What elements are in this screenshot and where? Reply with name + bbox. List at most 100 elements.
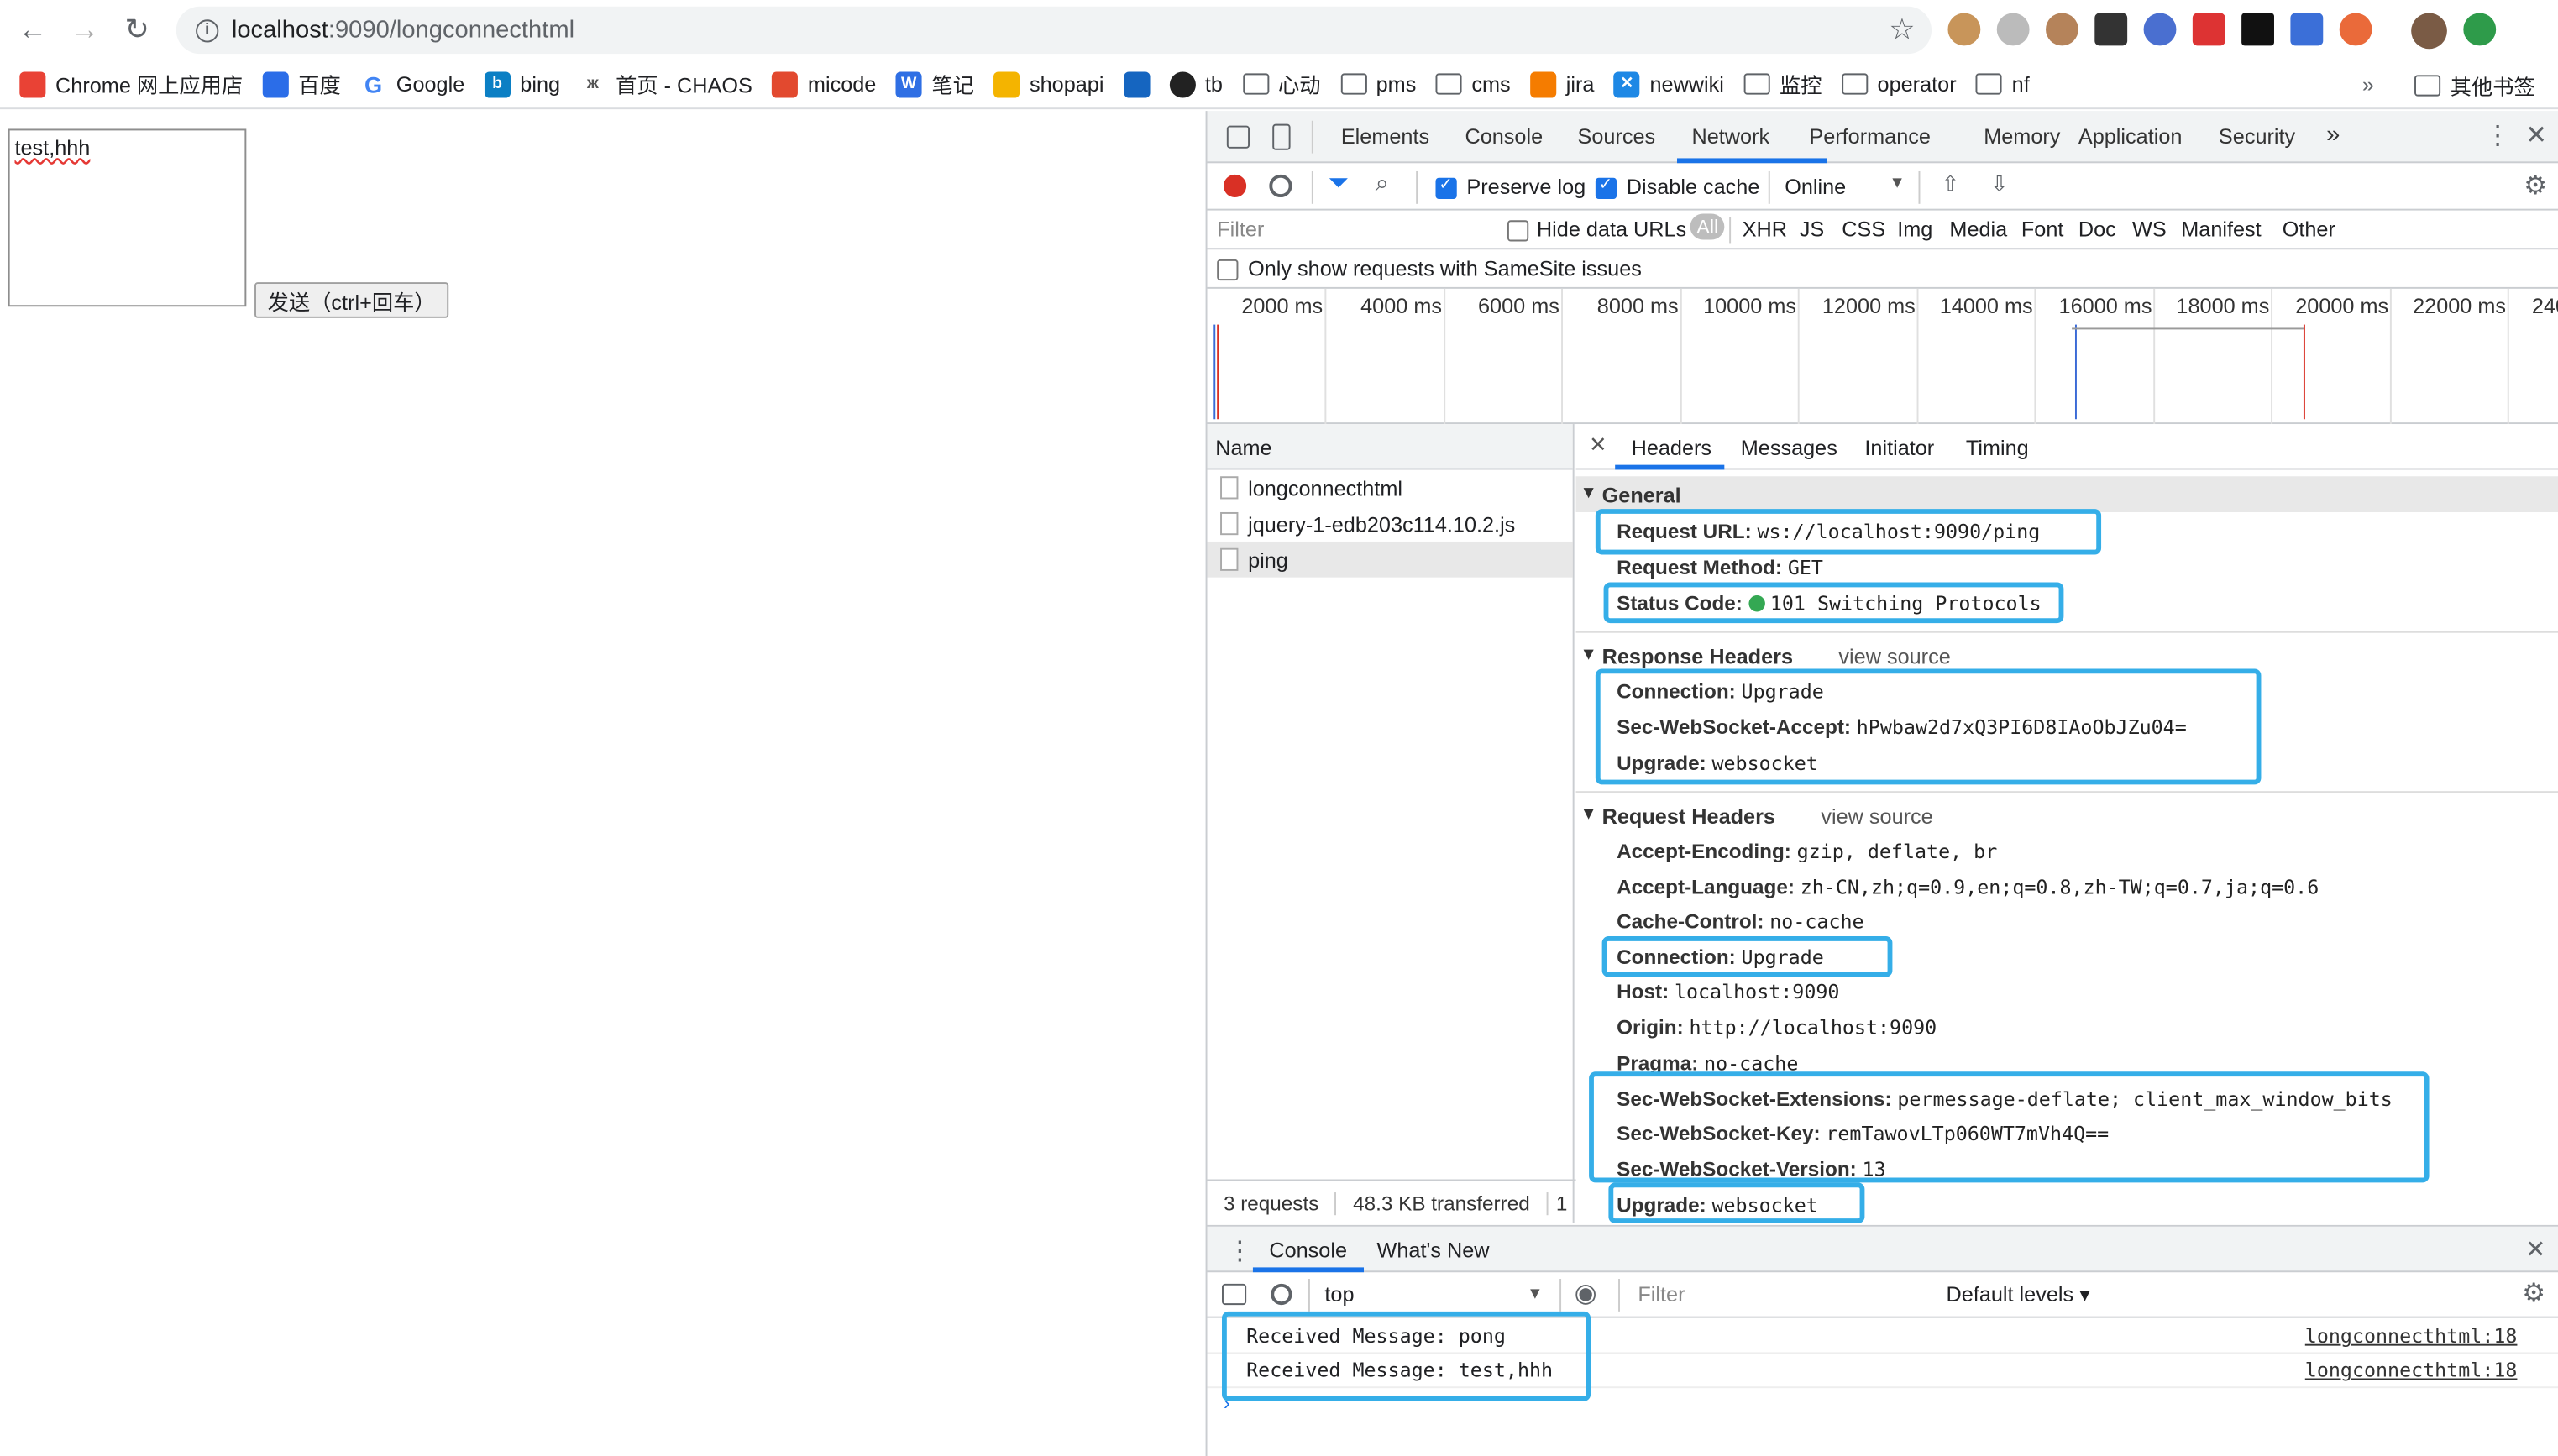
bookmark-pms[interactable]: pms [1339,71,1416,97]
new-badge-icon[interactable] [2192,13,2225,46]
filter-icon[interactable]: ⏷ [1328,170,1349,199]
type-filter-all[interactable]: All [1690,213,1725,240]
close-drawer-icon[interactable]: ✕ [2525,1235,2545,1264]
tab-elements[interactable]: Elements [1341,124,1429,149]
clear-console-icon[interactable] [1271,1283,1292,1306]
console-filter-input[interactable]: Filter [1638,1282,1932,1307]
filter-input[interactable]: Filter [1217,217,1486,241]
request-headers-section-header[interactable]: Request Headersview source [1576,798,2558,834]
detail-tab-headers[interactable]: Headers [1632,436,1711,460]
type-filter-manifest[interactable]: Manifest [2181,217,2261,241]
bookmark-chaos[interactable]: ж 首页 - CHAOS [579,69,752,100]
bookmark-shopapi[interactable]: shopapi [993,71,1103,97]
type-filter-xhr[interactable]: XHR [1743,217,1787,241]
network-overview-timeline[interactable]: 2000 ms 4000 ms 6000 ms 8000 ms 10000 ms… [1207,288,2558,425]
bookmark-baidu[interactable]: 百度 [262,69,341,100]
sidebar-toggle-icon[interactable] [1222,1283,1247,1306]
name-column-header[interactable]: Name [1207,424,1573,470]
bookmarks-more-button[interactable]: » [2362,71,2374,96]
request-row[interactable]: jquery-1-edb203c114.10.2.js [1208,505,1573,542]
bookmark-google[interactable]: G Google [360,71,464,97]
extension-icon[interactable] [2046,13,2078,46]
jetbrains-icon[interactable] [2241,13,2274,46]
forward-icon[interactable]: → [59,6,111,55]
request-row-selected[interactable]: ping [1207,541,1573,578]
type-filter-other[interactable]: Other [2283,217,2335,241]
reload-icon[interactable]: ↻ [111,6,163,55]
kebab-menu-icon[interactable]: ⋮ [2485,119,2511,152]
avatar[interactable] [2411,13,2447,50]
tab-security[interactable]: Security [2219,124,2295,149]
throttling-select[interactable]: Online [1785,175,1846,199]
detail-tab-messages[interactable]: Messages [1741,436,1837,460]
bookmark-tb[interactable]: tb [1169,71,1223,97]
search-icon[interactable]: ⌕ [1376,170,1389,197]
cookie-extension-icon[interactable] [1947,13,1981,46]
bookmark-jira[interactable]: jira [1530,71,1594,97]
clear-icon[interactable] [1269,174,1292,198]
message-textarea[interactable]: test,hhh [8,128,247,307]
record-icon[interactable] [1223,174,1247,198]
address-bar[interactable]: i localhost:9090/longconnecthtml ☆ [176,6,1932,55]
bookmark-cms[interactable]: cms [1435,71,1511,97]
detail-tab-timing[interactable]: Timing [1966,436,2029,460]
tab-sources[interactable]: Sources [1577,124,1655,149]
import-har-icon[interactable]: ⇧ [1942,171,1959,197]
detail-tab-initiator[interactable]: Initiator [1864,436,1934,460]
bookmark-xindong[interactable]: 心动 [1242,69,1321,100]
settings-gear-icon[interactable]: ⚙ [2524,170,2547,202]
extension-icon[interactable] [1996,13,2030,46]
extension-icon[interactable] [2094,13,2128,46]
bookmark-star-icon[interactable]: ☆ [1889,13,1915,48]
type-filter-css[interactable]: CSS [1842,217,1885,241]
update-icon[interactable] [2463,13,2497,46]
bookmark-trello[interactable] [1123,71,1150,97]
source-link[interactable]: longconnecthtml:18 [2305,1359,2518,1381]
type-filter-js[interactable]: JS [1800,217,1824,241]
send-button[interactable]: 发送（ctrl+回车） [254,282,449,318]
context-select[interactable]: top [1324,1282,1354,1307]
tab-performance[interactable]: Performance [1809,124,1931,149]
export-har-icon[interactable]: ⇩ [1990,171,2008,197]
log-levels-select[interactable]: Default levels ▾ [1947,1282,2090,1308]
bookmark-newwiki[interactable]: ✕ newwiki [1613,71,1724,97]
general-section-header[interactable]: General [1575,476,2558,512]
info-icon[interactable]: i [196,18,219,42]
bookmark-chrome-store[interactable]: Chrome 网上应用店 [19,69,243,100]
extension-icon[interactable] [2290,13,2324,46]
close-devtools-icon[interactable]: ✕ [2525,119,2547,152]
tab-application[interactable]: Application [2078,124,2183,149]
tab-memory[interactable]: Memory [1984,124,2060,149]
tab-console[interactable]: Console [1465,124,1543,149]
back-icon[interactable]: ← [7,6,59,55]
bookmark-bing[interactable]: b bing [484,71,560,97]
bookmark-notes[interactable]: W 笔记 [895,69,974,100]
other-bookmarks[interactable]: 其他书签 [2414,71,2535,102]
samesite-checkbox[interactable] [1217,259,1239,281]
more-tabs-button[interactable]: » [2326,121,2340,149]
close-detail-icon[interactable]: ✕ [1589,432,1607,458]
type-filter-ws[interactable]: WS [2132,217,2167,241]
request-row[interactable]: longconnecthtml [1208,469,1573,505]
extension-icon[interactable] [2143,13,2177,46]
source-link[interactable]: longconnecthtml:18 [2305,1324,2518,1347]
bookmark-nf[interactable]: nf [1975,71,2030,97]
preserve-log-checkbox[interactable] [1435,176,1457,199]
type-filter-media[interactable]: Media [1949,217,2007,241]
drawer-menu-icon[interactable]: ⋮ [1227,1235,1253,1268]
drawer-tab-whats-new[interactable]: What's New [1377,1238,1490,1262]
view-source-link[interactable]: view source [1838,644,1950,668]
device-toolbar-icon[interactable] [1272,123,1291,150]
bookmark-monitor[interactable]: 监控 [1743,69,1822,100]
bookmark-operator[interactable]: operator [1841,71,1957,97]
bookmark-micode[interactable]: micode [772,71,876,97]
view-source-link[interactable]: view source [1821,804,1932,829]
hide-data-urls-checkbox[interactable] [1507,220,1529,242]
type-filter-doc[interactable]: Doc [2078,217,2116,241]
console-prompt-icon[interactable]: › [1224,1391,1230,1414]
extension-icon[interactable] [2339,13,2372,46]
eye-icon[interactable]: ◉ [1575,1277,1597,1310]
drawer-tab-console[interactable]: Console [1269,1238,1347,1262]
type-filter-img[interactable]: Img [1897,217,1932,241]
disable-cache-checkbox[interactable] [1595,176,1617,199]
